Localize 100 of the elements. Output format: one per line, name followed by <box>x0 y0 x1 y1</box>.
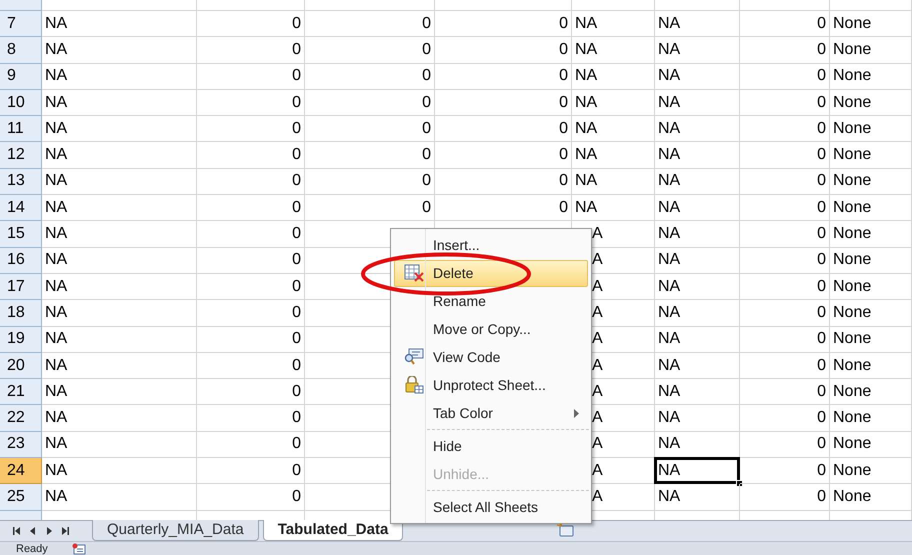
table-cell: 0 <box>740 168 830 196</box>
table-cell: None <box>830 274 912 300</box>
row-header[interactable]: 19 <box>0 326 42 353</box>
sheet-tab[interactable]: Quarterly_MIA_Data <box>92 520 259 541</box>
table-cell: 0 <box>197 90 305 116</box>
table-cell: NA <box>655 326 740 353</box>
table-cell: NA <box>655 379 740 406</box>
table-cell: NA <box>572 195 655 222</box>
table-cell: NA <box>655 352 740 380</box>
table-cell: NA <box>42 142 197 169</box>
table-cell: 0 <box>197 142 305 169</box>
row-header[interactable]: 16 <box>0 248 42 274</box>
table-cell: None <box>830 64 912 90</box>
table-cell: 0 <box>197 379 305 406</box>
table-cell: NA <box>42 484 197 511</box>
table-cell: 0 <box>197 432 305 458</box>
table-cell: 0 <box>305 64 435 90</box>
table-cell: 0 <box>305 142 435 169</box>
table-cell: 0 <box>305 11 435 38</box>
table-cell: NA <box>42 458 197 484</box>
table-cell: NA <box>42 221 197 248</box>
table-cell: 0 <box>435 142 572 169</box>
status-text: Ready <box>15 542 49 554</box>
table-cell: NA <box>572 11 655 38</box>
row-header[interactable]: 25 <box>0 484 42 511</box>
table-cell: NA <box>42 326 197 353</box>
table-cell: NA <box>42 11 197 38</box>
row-header[interactable]: 21 <box>0 379 42 406</box>
table-cell: 0 <box>740 142 830 169</box>
table-cell: NA <box>655 116 740 142</box>
row-header[interactable]: 9 <box>0 64 42 90</box>
table-cell: NA <box>655 37 740 64</box>
table-cell: None <box>830 379 912 406</box>
table-cell: NA <box>655 484 740 511</box>
table-cell: NA <box>572 37 655 64</box>
table-cell: 0 <box>197 458 305 484</box>
table-cell: NA <box>572 64 655 90</box>
table-cell: None <box>830 484 912 511</box>
table-cell: 0 <box>435 168 572 196</box>
table-cell: 0 <box>305 90 435 116</box>
table-cell: 0 <box>740 90 830 116</box>
row-header[interactable]: 22 <box>0 405 42 432</box>
table-cell: 0 <box>740 352 830 380</box>
table-cell: 0 <box>740 458 830 484</box>
table-cell: 0 <box>197 221 305 248</box>
row-header[interactable]: 13 <box>0 168 42 196</box>
table-cell: 0 <box>740 484 830 511</box>
table-cell: NA <box>42 405 197 432</box>
row-header[interactable]: 15 <box>0 221 42 248</box>
table-cell: 0 <box>197 168 305 196</box>
table-cell: NA <box>655 432 740 458</box>
row-header[interactable]: 18 <box>0 300 42 327</box>
last-sheet-icon[interactable] <box>60 526 70 536</box>
table-cell: 0 <box>197 195 305 222</box>
row-header[interactable]: 17 <box>0 274 42 300</box>
table-cell: NA <box>655 300 740 327</box>
row-header[interactable]: 7 <box>0 11 42 38</box>
table-cell: NA <box>655 458 740 484</box>
table-cell: 0 <box>740 379 830 406</box>
table-cell: 0 <box>740 326 830 353</box>
table-cell: NA <box>42 248 197 274</box>
table-cell: NA <box>42 64 197 90</box>
table-cell: NA <box>655 274 740 300</box>
table-cell: 0 <box>305 37 435 64</box>
row-header[interactable]: 14 <box>0 195 42 222</box>
table-cell: NA <box>655 64 740 90</box>
row-header[interactable]: 12 <box>0 142 42 169</box>
table-cell: 0 <box>197 352 305 380</box>
next-sheet-icon[interactable] <box>44 526 54 536</box>
row-header[interactable]: 11 <box>0 116 42 142</box>
table-cell: NA <box>655 221 740 248</box>
table-cell: 0 <box>740 116 830 142</box>
table-cell: None <box>830 37 912 64</box>
table-cell: None <box>830 248 912 274</box>
table-cell: NA <box>655 142 740 169</box>
row-header[interactable]: 8 <box>0 37 42 64</box>
table-cell: 0 <box>197 484 305 511</box>
row-header[interactable]: 23 <box>0 432 42 458</box>
table-cell: 0 <box>740 300 830 327</box>
row-header[interactable]: 10 <box>0 90 42 116</box>
prev-sheet-icon[interactable] <box>28 526 38 536</box>
table-cell: NA <box>655 248 740 274</box>
table-cell: 0 <box>197 116 305 142</box>
table-cell: NA <box>42 300 197 327</box>
table-cell: 0 <box>197 248 305 274</box>
table-cell: None <box>830 142 912 169</box>
table-cell: 0 <box>740 248 830 274</box>
first-sheet-icon[interactable] <box>12 526 22 536</box>
table-cell: None <box>830 168 912 196</box>
table-cell: None <box>830 352 912 380</box>
table-cell: NA <box>655 11 740 38</box>
table-cell: 0 <box>740 274 830 300</box>
table-cell: 0 <box>305 168 435 196</box>
sheet-tab[interactable]: Tabulated_Data <box>262 520 404 541</box>
insert-sheet-icon[interactable] <box>557 522 576 538</box>
table-cell: NA <box>572 168 655 196</box>
row-header[interactable]: 24 <box>0 458 42 484</box>
row-header[interactable]: 20 <box>0 352 42 380</box>
view-code-icon <box>404 348 424 366</box>
menu-item[interactable]: Delete <box>394 260 588 286</box>
